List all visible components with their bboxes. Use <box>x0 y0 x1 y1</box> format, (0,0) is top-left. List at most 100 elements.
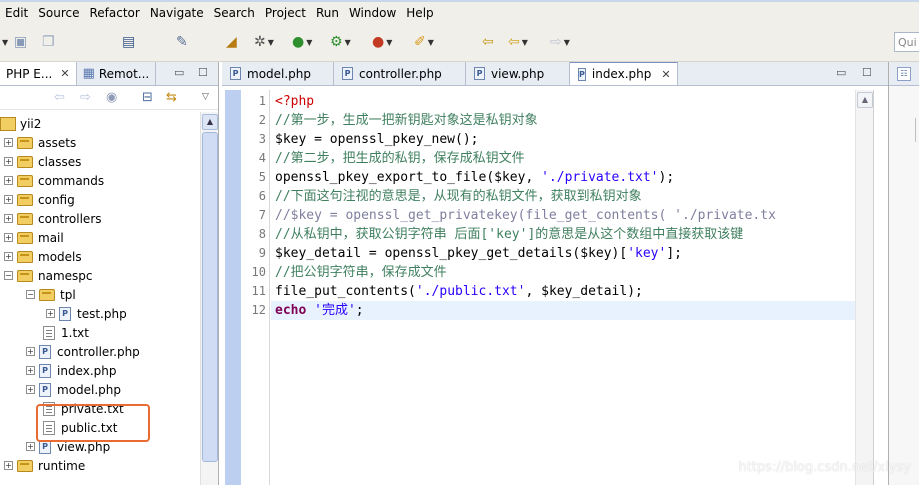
code-line[interactable]: openssl_pkey_export_to_file($key, './pri… <box>271 168 855 187</box>
tree-item-file[interactable]: + P index.php <box>26 361 116 380</box>
forward-arrow-icon[interactable]: ⇨ <box>80 90 91 105</box>
code-area[interactable]: <?php //第一步，生成一把新钥匙对象这是私钥对象 $key = openssl… <box>271 90 855 485</box>
collapse-all-icon[interactable]: ⊟ <box>142 90 153 105</box>
debug-icon[interactable]: ✲ ▼ <box>254 33 274 51</box>
menu-item-window[interactable]: Window <box>344 3 401 23</box>
last-edit-icon[interactable]: ⇦ <box>482 33 494 51</box>
tree-item-folder[interactable]: − namespc <box>4 266 93 285</box>
close-icon[interactable]: ✕ <box>60 67 69 80</box>
tree-item-folder[interactable]: + controllers <box>4 209 102 228</box>
build-icon[interactable]: ◢ <box>226 33 237 51</box>
save-all-icon[interactable]: ❐ <box>42 33 55 51</box>
collapse-icon[interactable]: − <box>4 271 13 280</box>
explorer-scrollbar[interactable]: ▲ <box>200 112 218 485</box>
tree-item-file[interactable]: + P controller.php <box>26 342 140 361</box>
run-external-icon[interactable]: ⚙ ▼ <box>330 33 351 51</box>
code-line[interactable]: <?php <box>271 92 855 111</box>
tree-item-folder[interactable]: + assets <box>4 133 76 152</box>
code-line[interactable]: //第一步，生成一把新钥匙对象这是私钥对象 <box>271 111 855 130</box>
code-line[interactable]: $key_detail = openssl_pkey_get_details($… <box>271 244 855 263</box>
tab-remote-systems[interactable]: ▦ Remot... <box>77 62 157 85</box>
save-icon[interactable]: ▣ <box>14 33 27 51</box>
code-line[interactable]: //把公钥字符串，保存成文件 <box>271 263 855 282</box>
tree-item-folder[interactable]: + classes <box>4 152 81 171</box>
code-line[interactable]: //第二步，把生成的私钥，保存成私钥文件 <box>271 149 855 168</box>
maximize-icon[interactable]: ☐ <box>198 66 208 79</box>
expand-icon[interactable]: + <box>4 176 13 185</box>
scroll-up-icon[interactable]: ▲ <box>857 92 873 108</box>
tree-item-file[interactable]: + P model.php <box>26 380 121 399</box>
expand-icon[interactable]: + <box>26 442 35 451</box>
maximize-icon[interactable]: ☐ <box>862 66 872 79</box>
php-file-icon: P <box>39 344 51 359</box>
outline-tab[interactable]: ☷ <box>889 62 919 86</box>
explorer-tab-row: PHP E... ✕ ▦ Remot... ▭ ☐ <box>0 62 218 86</box>
menu-item-navigate[interactable]: Navigate <box>145 3 209 23</box>
code-line[interactable]: //从私钥中，获取公钥字符串 后面['key']的意思是从这个数组中直接获取该键 <box>271 225 855 244</box>
expand-icon[interactable]: + <box>4 195 13 204</box>
tree-item-folder[interactable]: + commands <box>4 171 104 190</box>
debug-tool-icon[interactable]: ✎ <box>176 33 188 51</box>
scrollbar-thumb[interactable] <box>202 132 218 462</box>
tab-php-explorer[interactable]: PHP E... ✕ <box>0 62 77 85</box>
tree-item-label: mail <box>38 230 64 245</box>
editor-scrollbar[interactable]: ▲ <box>855 90 873 485</box>
menu-item-project[interactable]: Project <box>260 3 311 23</box>
menu-item-search[interactable]: Search <box>209 3 260 23</box>
minimize-icon[interactable]: ▭ <box>174 66 184 79</box>
menu-item-source[interactable]: Source <box>33 3 84 23</box>
tree-item-folder[interactable]: + mail <box>4 228 64 247</box>
tree-item-file[interactable]: + P test.php <box>46 304 127 323</box>
quick-access-input[interactable]: Qui <box>894 32 919 52</box>
close-icon[interactable]: ✕ <box>661 68 670 81</box>
link-editor-icon[interactable]: ⇆ <box>166 90 177 105</box>
minimize-icon[interactable]: ▭ <box>836 66 846 79</box>
tree-item-folder[interactable]: + models <box>4 247 82 266</box>
tab-view-php[interactable]: P view.php <box>466 62 570 85</box>
expand-icon[interactable]: + <box>26 347 35 356</box>
expand-icon[interactable]: + <box>26 366 35 375</box>
menu-item-edit[interactable]: Edit <box>0 3 33 23</box>
view-menu-icon[interactable]: ▽ <box>202 92 209 102</box>
expand-icon[interactable]: + <box>26 385 35 394</box>
back-icon[interactable]: ⇦ ▼ <box>508 33 528 51</box>
tree-item-label: index.php <box>57 363 117 378</box>
open-console-icon[interactable]: ▤ <box>122 33 135 51</box>
forward-icon[interactable]: ⇨ ▼ <box>550 33 570 51</box>
menu-item-help[interactable]: Help <box>401 3 438 23</box>
tree-item-folder[interactable]: + config <box>4 190 75 209</box>
collapse-icon[interactable]: − <box>26 290 35 299</box>
php-explorer-panel: PHP E... ✕ ▦ Remot... ▭ ☐ ⇦ ⇨ ◉ ⊟ ⇆ ▽ yi… <box>0 62 219 485</box>
code-token: //把公钥字符串，保存成文件 <box>275 265 447 280</box>
expand-icon[interactable]: + <box>4 233 13 242</box>
menu-item-run[interactable]: Run <box>311 3 344 23</box>
expand-icon[interactable]: + <box>4 138 13 147</box>
code-line[interactable]: //$key = openssl_get_privatekey(file_get… <box>271 206 855 225</box>
tab-controller-php[interactable]: P controller.php <box>334 62 466 85</box>
code-line[interactable]: //下面这句注视的意思是，从现有的私钥文件，获取到私钥对象 <box>271 187 855 206</box>
tree-item-folder[interactable]: − tpl <box>26 285 76 304</box>
code-line[interactable]: file_put_contents('./public.txt', $key_d… <box>271 282 855 301</box>
up-folder-icon[interactable]: ◉ <box>106 90 117 105</box>
expand-icon[interactable]: + <box>46 309 55 318</box>
tree-item-project[interactable]: yii2 <box>0 114 41 133</box>
tree-item-folder[interactable]: + runtime <box>4 456 85 475</box>
expand-icon[interactable]: + <box>4 461 13 470</box>
expand-icon[interactable]: + <box>4 157 13 166</box>
back-arrow-icon[interactable]: ⇦ <box>54 90 65 105</box>
expand-icon[interactable]: + <box>4 252 13 261</box>
dropdown-arrow-icon[interactable]: ▼ <box>0 33 8 51</box>
tab-model-php[interactable]: P model.php <box>222 62 334 85</box>
menu-item-refactor[interactable]: Refactor <box>84 3 144 23</box>
search-wand-icon[interactable]: ✐ ▼ <box>414 33 434 51</box>
tree-item-file[interactable]: 1.txt <box>43 323 89 342</box>
outline-icon[interactable]: ☷ <box>897 67 911 81</box>
run-icon[interactable]: ● ▼ <box>292 33 312 51</box>
code-token: //第二步，把生成的私钥，保存成私钥文件 <box>275 151 525 166</box>
profile-icon[interactable]: ● ▼ <box>372 33 392 51</box>
expand-icon[interactable]: + <box>4 214 13 223</box>
code-line[interactable]: echo '完成'; <box>271 301 855 320</box>
scroll-up-icon[interactable]: ▲ <box>202 114 218 130</box>
code-line[interactable]: $key = openssl_pkey_new(); <box>271 130 855 149</box>
tab-index-php[interactable]: P index.php ✕ <box>570 62 678 85</box>
